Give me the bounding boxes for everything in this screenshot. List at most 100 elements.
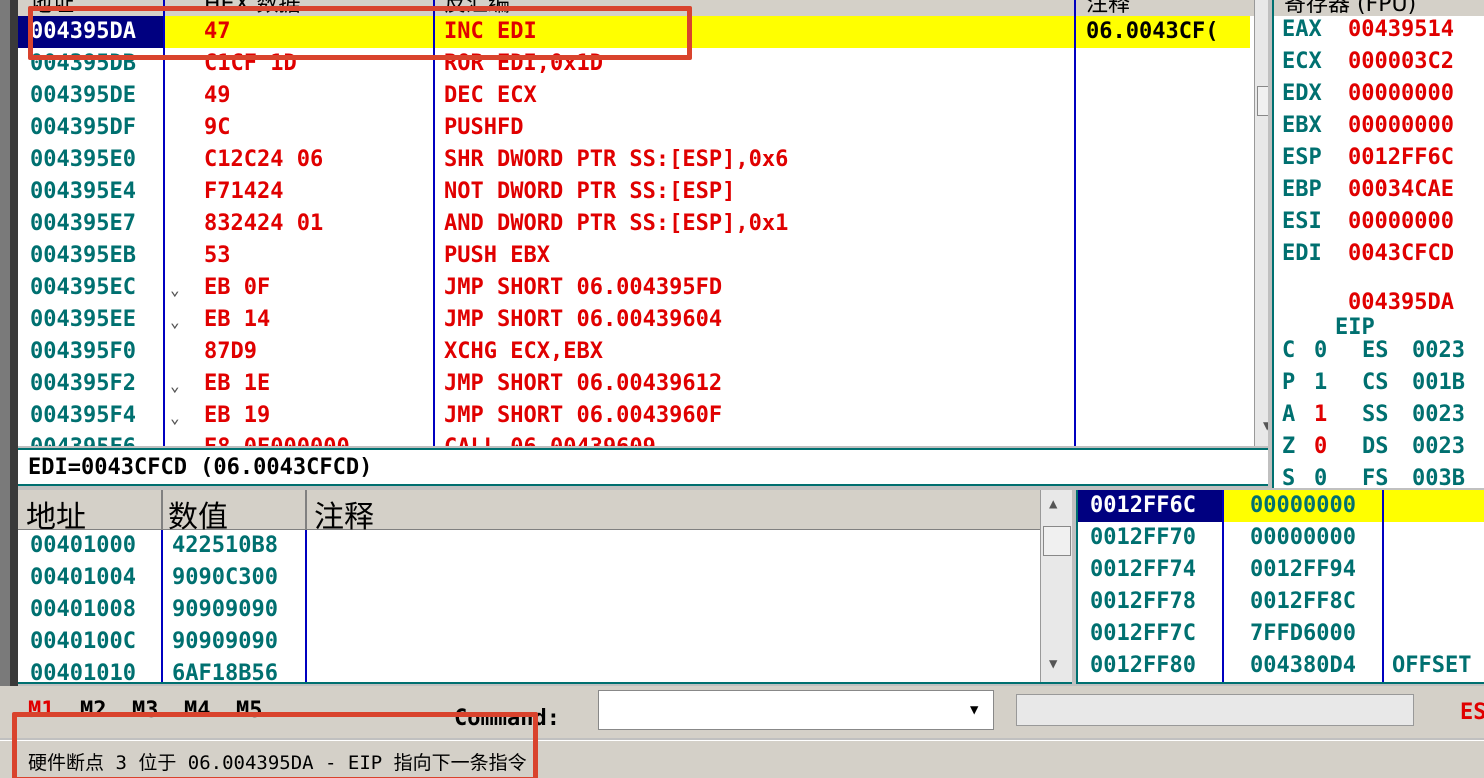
disasm-hex: 53 [204,243,231,268]
scrollbar-thumb[interactable] [1257,86,1268,116]
register-ecx[interactable]: ECX 000003C2 [1282,49,1454,74]
stack-row[interactable]: 0012FF7C 7FFD6000 [1078,618,1484,650]
flag-row[interactable]: C 0 ES 0023 [1282,338,1465,363]
command-input[interactable] [598,690,994,730]
register-name: ESP [1282,145,1322,170]
dump-row[interactable]: 0040100C 90909090 [18,626,1040,658]
stack-row-current[interactable]: 0012FF6C 00000000 [1078,490,1484,522]
stack-row[interactable]: 0012FF80 004380D4 OFFSET [1078,650,1484,682]
stack-address: 0012FF78 [1090,589,1196,614]
stack-value: 0012FF8C [1250,589,1356,614]
flag-row[interactable]: P 1 CS 001B [1282,370,1465,395]
scroll-up-arrow-icon[interactable]: ▲ [1049,496,1057,512]
column-divider [163,0,165,446]
segment-name: CS [1362,370,1389,395]
register-ebx[interactable]: EBX 00000000 [1282,113,1454,138]
disasm-hex: 832424 01 [204,211,324,236]
info-line: EDI=0043CFCD (06.0043CFCD) [18,448,1268,486]
disasm-instruction: JMP SHORT 06.00439604 [444,307,723,332]
disasm-address: 004395F6 [30,435,136,446]
disasm-instruction: SHR DWORD PTR SS:[ESP],0x6 [444,147,789,172]
disassembly-scrollbar[interactable]: ▼ [1254,0,1268,446]
disasm-row[interactable]: 004395F0 87D9 XCHG ECX,EBX [18,336,1250,368]
stack-address: 0012FF7C [1090,621,1196,646]
disasm-row[interactable]: 004395EE ⌄ EB 14 JMP SHORT 06.00439604 [18,304,1250,336]
registers-pane[interactable]: 寄存器 (FPU) EAX 00439514 ECX 000003C2 EDX 00000… [1272,0,1484,488]
flag-row[interactable]: Z 0 DS 0023 [1282,434,1465,459]
register-edx[interactable]: EDX 00000000 [1282,81,1454,106]
disasm-row[interactable]: 004395E7 832424 01 AND DWORD PTR SS:[ESP],… [18,208,1250,240]
stack-address: 0012FF70 [1090,525,1196,550]
dump-row[interactable]: 00401008 90909090 [18,594,1040,626]
register-name: ECX [1282,49,1322,74]
disasm-hex: 9C [204,115,231,140]
register-ebp[interactable]: EBP 00034CAE [1282,177,1454,202]
flag-value: 0 [1314,434,1328,459]
jump-arrow-icon: ⌄ [170,408,180,427]
scroll-down-arrow-icon[interactable]: ▼ [1263,418,1268,434]
flag-name: Z [1282,434,1296,459]
disasm-instruction: PUSHFD [444,115,524,140]
registers-title: 寄存器 (FPU) [1284,0,1417,17]
scroll-down-arrow-icon[interactable]: ▼ [1049,656,1057,672]
flag-row[interactable]: S 0 FS 003B [1282,466,1465,488]
dump-value: 9090C300 [172,565,278,590]
window-edge-shadow [10,0,18,686]
disasm-row[interactable]: 004395EC ⌄ EB 0F JMP SHORT 06.004395FD [18,272,1250,304]
disasm-instruction: CALL 06.00439609 [444,435,656,446]
stack-row[interactable]: 0012FF70 00000000 [1078,522,1484,554]
dump-row[interactable]: 00401000 422510B8 [18,530,1040,562]
stack-row[interactable]: 0012FF78 0012FF8C [1078,586,1484,618]
disasm-row[interactable]: 004395EB 53 PUSH EBX [18,240,1250,272]
disasm-row[interactable]: 004395E4 F71424 NOT DWORD PTR SS:[ESP] [18,176,1250,208]
stack-address: 0012FF6C [1090,493,1196,518]
stack-address: 0012FF80 [1090,653,1196,678]
disasm-row[interactable]: 004395E0 C12C24 06 SHR DWORD PTR SS:[ESP],… [18,144,1250,176]
disasm-row[interactable]: 004395DE 49 DEC ECX [18,80,1250,112]
dump-address: 0040100C [30,629,136,654]
stack-value: 004380D4 [1250,653,1356,678]
register-eip[interactable]: EIP 004395DA [1282,290,1454,390]
register-esi[interactable]: ESI 00000000 [1282,209,1454,234]
stack-pane[interactable]: 0012FF6C 00000000 0012FF70 00000000 0012FF74… [1076,490,1484,684]
flag-row[interactable]: A 1 SS 0023 [1282,402,1465,427]
disasm-comment: 06.0043CF( [1086,19,1219,44]
disasm-hex: F71424 [204,179,284,204]
stack-value: 0012FF94 [1250,557,1356,582]
header-divider [305,490,307,530]
column-divider [1222,490,1224,682]
disasm-address: 004395E0 [30,147,136,172]
command-status-field [1016,694,1414,726]
register-name: EDI [1282,241,1322,266]
dump-row[interactable]: 00401004 9090C300 [18,562,1040,594]
flag-name: A [1282,402,1296,427]
flag-value: 1 [1314,370,1328,395]
register-esp[interactable]: ESP 0012FF6C [1282,145,1454,170]
disasm-row[interactable]: 004395F2 ⌄ EB 1E JMP SHORT 06.00439612 [18,368,1250,400]
command-dropdown-icon[interactable]: ▼ [970,702,978,718]
dump-address: 00401000 [30,533,136,558]
disasm-row[interactable]: 004395F4 ⌄ EB 19 JMP SHORT 06.0043960F [18,400,1250,432]
segment-value: 001B [1412,370,1465,395]
disassembly-pane[interactable]: 地址 HEX 数据 反汇编 注释 004395DA 47 INC EDI 06.004… [18,0,1268,446]
disasm-row[interactable]: 004395F6 E8 0E000000 CALL 06.00439609 [18,432,1250,446]
disasm-hex: EB 19 [204,403,271,428]
register-edi[interactable]: EDI 0043CFCD [1282,241,1454,266]
annotation-box-current-instruction [28,6,692,60]
stack-row[interactable]: 0012FF74 0012FF94 [1078,554,1484,586]
register-eax[interactable]: EAX 00439514 [1282,17,1454,42]
column-divider [305,530,307,682]
scrollbar-thumb[interactable] [1043,526,1071,556]
disasm-address: 004395F4 [30,403,136,428]
segment-value: 0023 [1412,402,1465,427]
column-divider [433,0,435,446]
disasm-hex: EB 0F [204,275,271,300]
disasm-row[interactable]: 004395DF 9C PUSHFD [18,112,1250,144]
register-value: 00000000 [1348,209,1454,234]
dump-value: 6AF18B56 [172,661,278,684]
dump-row[interactable]: 00401010 6AF18B56 [18,658,1040,684]
memory-dump-pane[interactable]: 地址 数值 注释 00401000 422510B8 00401004 9090C30… [18,490,1072,684]
stack-value: 00000000 [1250,525,1356,550]
dump-scrollbar[interactable]: ▲ ▼ [1040,490,1072,682]
disasm-instruction: AND DWORD PTR SS:[ESP],0x1 [444,211,789,236]
